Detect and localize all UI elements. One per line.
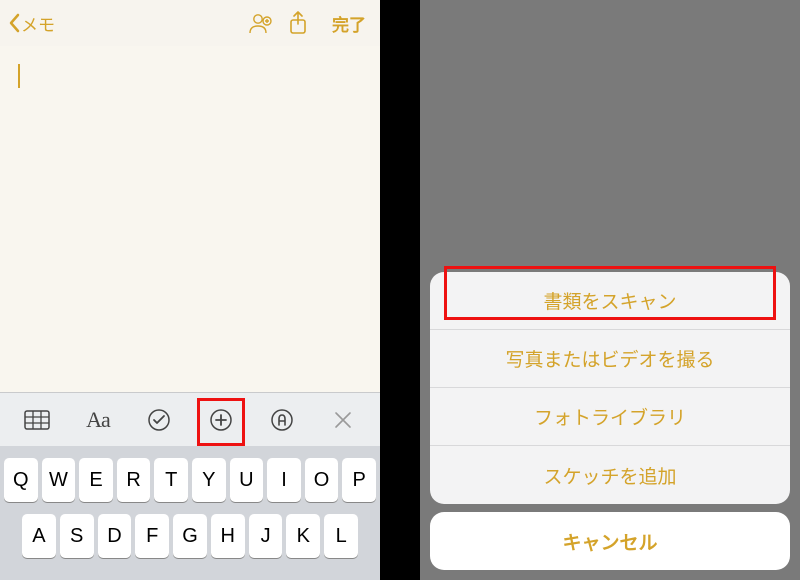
photo-library-button[interactable]: フォトライブラリ: [430, 388, 790, 446]
back-label: メモ: [21, 11, 55, 36]
add-attachment-icon[interactable]: [197, 400, 245, 440]
key[interactable]: L: [324, 514, 358, 558]
notes-editor-screen: メモ 完了 Aa: [0, 0, 380, 580]
dimmed-backdrop[interactable]: [420, 0, 800, 264]
cancel-button[interactable]: キャンセル: [430, 512, 790, 570]
key[interactable]: S: [60, 514, 94, 558]
key[interactable]: R: [117, 458, 151, 502]
key[interactable]: J: [249, 514, 283, 558]
key[interactable]: W: [42, 458, 76, 502]
note-text-area[interactable]: [0, 46, 380, 392]
key[interactable]: F: [135, 514, 169, 558]
share-icon[interactable]: [288, 11, 328, 35]
close-toolbar-icon[interactable]: [319, 400, 367, 440]
take-photo-video-button[interactable]: 写真またはビデオを撮る: [430, 330, 790, 388]
navigation-bar: メモ 完了: [0, 0, 380, 46]
action-sheet: 書類をスキャン 写真またはビデオを撮る フォトライブラリ スケッチを追加 キャン…: [420, 264, 800, 580]
add-sketch-button[interactable]: スケッチを追加: [430, 446, 790, 504]
key[interactable]: A: [22, 514, 56, 558]
format-toolbar: Aa: [0, 392, 380, 446]
key[interactable]: T: [154, 458, 188, 502]
key[interactable]: E: [79, 458, 113, 502]
key[interactable]: D: [98, 514, 132, 558]
markup-icon[interactable]: [258, 400, 306, 440]
done-button[interactable]: 完了: [332, 11, 366, 36]
action-sheet-screen: 書類をスキャン 写真またはビデオを撮る フォトライブラリ スケッチを追加 キャン…: [420, 0, 800, 580]
keyboard-row: Q W E R T Y U I O P: [0, 458, 380, 502]
key[interactable]: G: [173, 514, 207, 558]
scan-documents-button[interactable]: 書類をスキャン: [430, 272, 790, 330]
chevron-left-icon: [8, 13, 20, 33]
key[interactable]: H: [211, 514, 245, 558]
key[interactable]: I: [267, 458, 301, 502]
add-person-icon[interactable]: [248, 12, 288, 34]
back-button[interactable]: メモ: [8, 11, 55, 36]
keyboard: Q W E R T Y U I O P A S D F G H J K L: [0, 446, 380, 580]
text-format-button[interactable]: Aa: [74, 400, 122, 440]
key[interactable]: U: [230, 458, 264, 502]
key[interactable]: P: [342, 458, 376, 502]
table-icon[interactable]: [13, 400, 61, 440]
text-cursor: [18, 64, 20, 88]
key[interactable]: Q: [4, 458, 38, 502]
key[interactable]: Y: [192, 458, 226, 502]
key[interactable]: O: [305, 458, 339, 502]
key[interactable]: K: [286, 514, 320, 558]
keyboard-row: A S D F G H J K L: [0, 514, 380, 558]
checklist-icon[interactable]: [135, 400, 183, 440]
